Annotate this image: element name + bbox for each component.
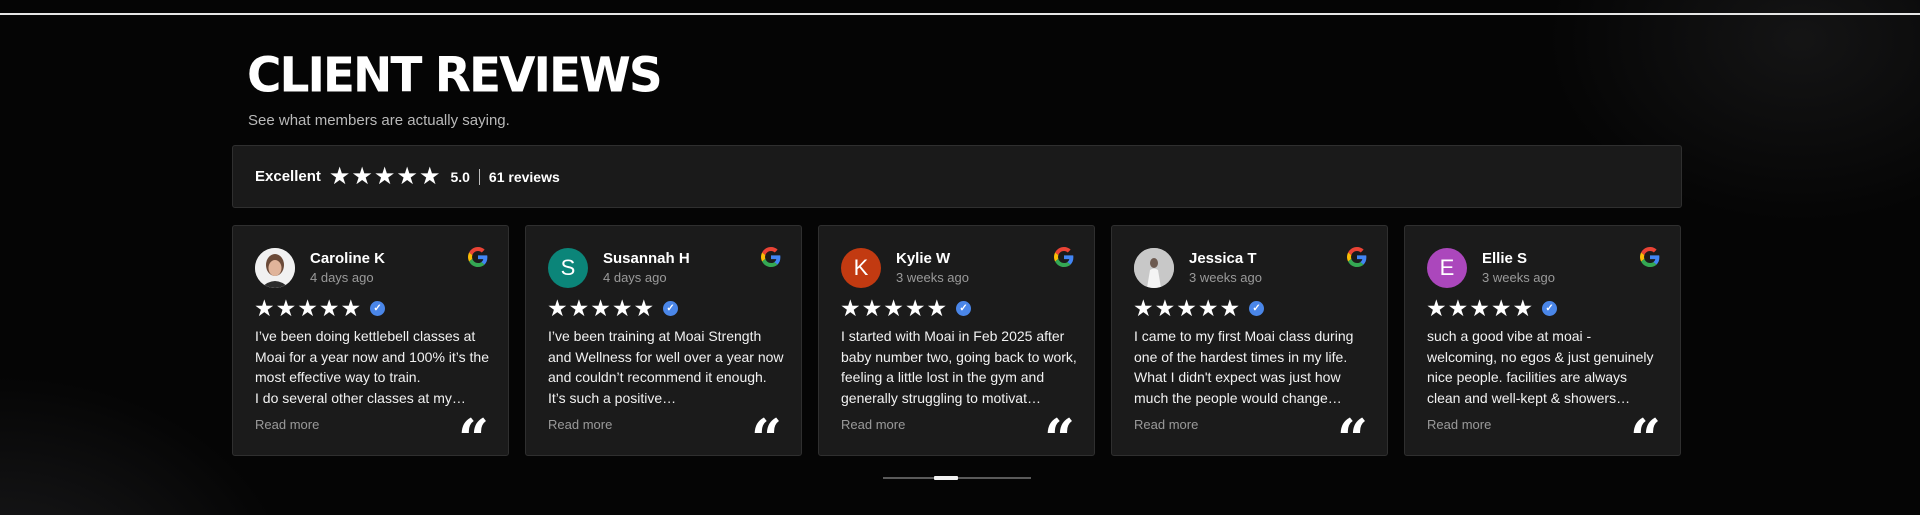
- top-divider: [0, 13, 1920, 15]
- star-icon: ★: [318, 295, 340, 321]
- summary-stars: ★ ★ ★ ★ ★: [328, 162, 441, 190]
- verified-badge-icon: ✓: [370, 300, 386, 316]
- star-icon: ★: [418, 162, 441, 190]
- star-icon: ★: [547, 295, 568, 321]
- reviewer-name: Jessica T: [1189, 250, 1257, 267]
- star-icon: ★: [1469, 295, 1490, 321]
- review-text: I started with Moai in Feb 2025 after ba…: [841, 328, 1077, 406]
- read-more-link[interactable]: Read more: [1427, 417, 1491, 432]
- star-icon: ★: [1490, 295, 1512, 321]
- review-card: K Kylie W 3 weeks ago ★ ★ ★ ★ ★ ✓ I star…: [818, 225, 1095, 456]
- star-icon: ★: [883, 295, 904, 321]
- rating-summary: Excellent ★ ★ ★ ★ ★ 5.0 61 reviews: [232, 145, 1682, 208]
- avatar: K: [841, 248, 881, 288]
- review-rating: ★ ★ ★ ★ ★ ✓: [254, 295, 386, 321]
- review-card: S Susannah H 4 days ago ★ ★ ★ ★ ★ ✓ I’ve…: [525, 225, 802, 456]
- avatar: S: [548, 248, 588, 288]
- google-icon: [468, 247, 488, 267]
- star-icon: ★: [568, 295, 590, 321]
- star-icon: ★: [611, 295, 633, 321]
- carousel-pager[interactable]: [883, 476, 1031, 480]
- star-icon: ★: [840, 295, 861, 321]
- review-time: 4 days ago: [603, 270, 667, 285]
- quote-icon: “: [750, 412, 782, 446]
- review-rating: ★ ★ ★ ★ ★ ✓: [547, 295, 679, 321]
- read-more-link[interactable]: Read more: [255, 417, 319, 432]
- star-icon: ★: [1426, 295, 1447, 321]
- verified-badge-icon: ✓: [1249, 300, 1265, 316]
- star-icon: ★: [328, 162, 351, 190]
- star-icon: ★: [1197, 295, 1219, 321]
- google-icon: [761, 247, 781, 267]
- google-icon: [1640, 247, 1660, 267]
- rating-score: 5.0: [450, 168, 470, 185]
- reviewer-name: Ellie S: [1482, 250, 1528, 267]
- star-icon: ★: [1219, 295, 1241, 321]
- review-rating: ★ ★ ★ ★ ★ ✓: [1133, 295, 1265, 321]
- star-icon: ★: [1176, 295, 1197, 321]
- section-subtitle: See what members are actually saying.: [248, 112, 510, 129]
- star-icon: ★: [1512, 295, 1534, 321]
- verified-badge-icon: ✓: [1542, 300, 1558, 316]
- star-icon: ★: [904, 295, 926, 321]
- rating-label: Excellent: [255, 168, 321, 185]
- review-time: 4 days ago: [310, 270, 374, 285]
- star-icon: ★: [1447, 295, 1469, 321]
- review-time: 3 weeks ago: [1482, 270, 1555, 285]
- verified-badge-icon: ✓: [663, 300, 679, 316]
- read-more-link[interactable]: Read more: [841, 417, 905, 432]
- review-card: Jessica T 3 weeks ago ★ ★ ★ ★ ★ ✓ I came…: [1111, 225, 1388, 456]
- review-rating: ★ ★ ★ ★ ★ ✓: [1426, 295, 1558, 321]
- star-icon: ★: [1133, 295, 1154, 321]
- pager-thumb[interactable]: [934, 476, 958, 480]
- star-icon: ★: [373, 162, 396, 190]
- person-photo-icon: [255, 248, 295, 288]
- person-photo-icon: [1134, 248, 1174, 288]
- star-icon: ★: [396, 162, 418, 190]
- review-rating: ★ ★ ★ ★ ★ ✓: [840, 295, 972, 321]
- read-more-link[interactable]: Read more: [1134, 417, 1198, 432]
- star-icon: ★: [340, 295, 362, 321]
- star-icon: ★: [633, 295, 655, 321]
- review-card: Caroline K 4 days ago ★ ★ ★ ★ ★ ✓ I’ve b…: [232, 225, 509, 456]
- star-icon: ★: [926, 295, 948, 321]
- reviewer-name: Kylie W: [896, 250, 951, 267]
- reviews-carousel: Caroline K 4 days ago ★ ★ ★ ★ ★ ✓ I’ve b…: [232, 225, 1682, 456]
- review-count: 61 reviews: [488, 168, 560, 185]
- star-icon: ★: [275, 295, 297, 321]
- star-icon: ★: [351, 162, 373, 190]
- verified-badge-icon: ✓: [956, 300, 972, 316]
- google-icon: [1347, 247, 1367, 267]
- avatar: [1134, 248, 1174, 288]
- avatar: [255, 248, 295, 288]
- star-icon: ★: [861, 295, 883, 321]
- avatar: E: [1427, 248, 1467, 288]
- separator: [478, 168, 480, 185]
- google-icon: [1054, 247, 1074, 267]
- review-text: I came to my first Moai class during one…: [1134, 328, 1354, 406]
- section-title: CLIENT REVIEWS: [247, 47, 663, 104]
- quote-icon: “: [1043, 412, 1075, 446]
- star-icon: ★: [590, 295, 611, 321]
- read-more-link[interactable]: Read more: [548, 417, 612, 432]
- star-icon: ★: [254, 295, 275, 321]
- review-text: I’ve been doing kettlebell classes at Mo…: [255, 328, 489, 406]
- star-icon: ★: [297, 295, 318, 321]
- star-icon: ★: [1154, 295, 1176, 321]
- quote-icon: “: [457, 412, 489, 446]
- reviewer-name: Susannah H: [603, 250, 690, 267]
- reviewer-name: Caroline K: [310, 250, 386, 267]
- review-text: I’ve been training at Moai Strength and …: [548, 328, 784, 406]
- quote-icon: “: [1629, 412, 1661, 446]
- review-time: 3 weeks ago: [1189, 270, 1262, 285]
- quote-icon: “: [1336, 412, 1368, 446]
- review-text: such a good vibe at moai - welcoming, no…: [1427, 328, 1654, 406]
- review-time: 3 weeks ago: [896, 270, 969, 285]
- review-card: E Ellie S 3 weeks ago ★ ★ ★ ★ ★ ✓ such a…: [1404, 225, 1681, 456]
